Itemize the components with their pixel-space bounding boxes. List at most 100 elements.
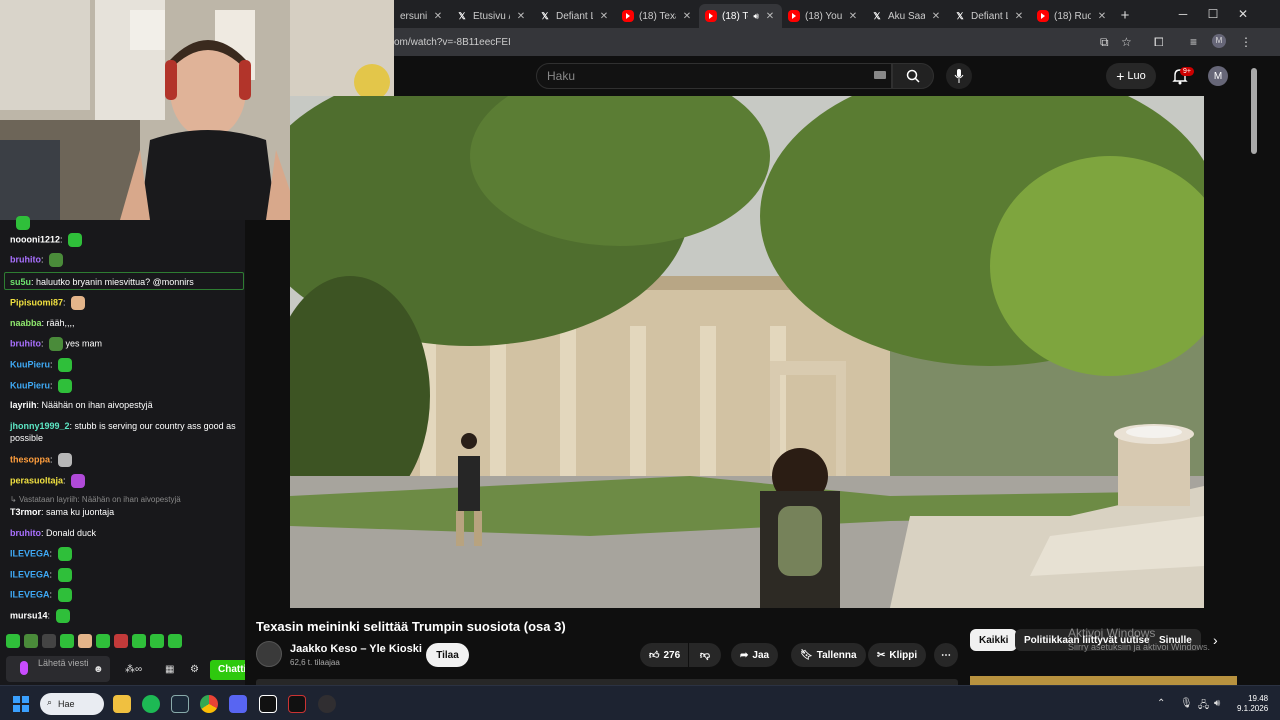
- file-explorer-icon[interactable]: [113, 695, 131, 713]
- chat-username[interactable]: naabba: [10, 318, 42, 328]
- spotify-icon[interactable]: [142, 695, 160, 713]
- browser-tab-active[interactable]: (18) Te 🔊︎ ✕: [699, 4, 782, 28]
- emote-icon[interactable]: [132, 634, 146, 648]
- recommended-thumbnail[interactable]: [970, 676, 1237, 685]
- emote-icon[interactable]: [78, 634, 92, 648]
- emoji-icon[interactable]: ☻: [93, 664, 104, 675]
- dislike-button[interactable]: 👎︎: [689, 643, 721, 667]
- channel-name[interactable]: Jaakko Keso – Yle Kioski: [290, 643, 422, 655]
- close-icon[interactable]: ✕: [598, 11, 610, 22]
- channel-avatar[interactable]: [256, 641, 282, 667]
- store-icon[interactable]: ▦: [165, 664, 174, 675]
- close-icon[interactable]: ✕: [1013, 11, 1025, 22]
- install-app-icon[interactable]: ⧉: [1100, 35, 1109, 50]
- subscribe-button[interactable]: Tilaa: [426, 643, 469, 667]
- new-tab-button[interactable]: +: [1114, 7, 1136, 24]
- capcut-icon[interactable]: [259, 695, 277, 713]
- page-scrollbar[interactable]: [1248, 56, 1280, 685]
- chrome-icon[interactable]: [200, 695, 218, 713]
- chat-username[interactable]: KuuPieru: [10, 380, 50, 390]
- address-bar[interactable]: om/watch?v=-8B11eecFEI ⧉ ☆ ⧠ ≡ M ⋮: [394, 28, 1280, 56]
- url-text[interactable]: om/watch?v=-8B11eecFEI: [394, 37, 511, 48]
- bookmark-star-icon[interactable]: ☆: [1121, 35, 1132, 49]
- chat-username[interactable]: Pipisuomi87: [10, 297, 63, 307]
- close-icon[interactable]: ✕: [930, 11, 942, 22]
- chip-filter-all[interactable]: Kaikki: [970, 629, 1018, 651]
- chevron-up-icon[interactable]: ⌃: [1157, 698, 1165, 709]
- browser-tab[interactable]: (18) Texasi ✕: [616, 4, 699, 28]
- search-button[interactable]: [892, 63, 934, 89]
- close-icon[interactable]: ✕: [681, 11, 693, 22]
- media-control-icon[interactable]: ≡: [1190, 35, 1197, 49]
- steam-icon[interactable]: [171, 695, 189, 713]
- chat-username[interactable]: jhonny1999_2: [10, 421, 70, 431]
- chat-username[interactable]: bruhito: [10, 254, 41, 264]
- emote-icon[interactable]: [114, 634, 128, 648]
- chat-username[interactable]: ILEVEGA: [10, 548, 50, 558]
- chat-username[interactable]: KuuPieru: [10, 359, 50, 369]
- minimize-button[interactable]: ─: [1168, 4, 1198, 24]
- taskbar-clock[interactable]: 19.48 9.1.2026: [1237, 694, 1268, 714]
- account-avatar[interactable]: M: [1208, 66, 1228, 86]
- browser-tab[interactable]: ersuni ✕: [394, 4, 450, 28]
- search-input[interactable]: Haku: [536, 63, 892, 89]
- speaker-icon[interactable]: 🔊︎: [753, 11, 759, 22]
- share-button[interactable]: ➦ Jaa: [731, 643, 779, 667]
- emote-icon[interactable]: [150, 634, 164, 648]
- chat-username[interactable]: noooni1212: [10, 234, 60, 244]
- chat-username[interactable]: ILEVEGA: [10, 589, 50, 599]
- volume-icon[interactable]: 🔊︎: [1214, 698, 1220, 709]
- create-button[interactable]: + Luo: [1106, 63, 1156, 89]
- obs-icon[interactable]: [318, 695, 336, 713]
- browser-tab[interactable]: 𝕏 Etusivu / X ✕: [450, 4, 533, 28]
- chat-username[interactable]: bruhito: [10, 338, 41, 348]
- chat-username[interactable]: layriih: [10, 400, 37, 410]
- browser-tab[interactable]: 𝕏 Defiant L's ✕: [533, 4, 616, 28]
- extensions-icon[interactable]: ⁂∞: [125, 664, 142, 675]
- close-icon[interactable]: ✕: [764, 11, 776, 22]
- browser-tab[interactable]: 𝕏 Aku Saare ✕: [865, 4, 948, 28]
- close-icon[interactable]: ✕: [515, 11, 527, 22]
- windows-start-icon[interactable]: [12, 695, 30, 713]
- close-icon[interactable]: ✕: [1096, 11, 1108, 22]
- clip-button[interactable]: ✂ Klippi: [868, 643, 927, 667]
- chat-username[interactable]: thesoppa: [10, 454, 50, 464]
- reply-context[interactable]: ↳ Vastataan layriih: Näähän on ihan aivo…: [10, 494, 242, 506]
- browser-tab[interactable]: 𝕏 Defiant L's ✕: [948, 4, 1031, 28]
- chat-username[interactable]: bruhito: [10, 528, 41, 538]
- taskbar-search[interactable]: ⌕ Hae: [40, 693, 104, 715]
- save-button[interactable]: 🔖︎ Tallenna: [791, 643, 866, 667]
- emote-icon[interactable]: [96, 634, 110, 648]
- microphone-icon[interactable]: 🎙︎: [1180, 698, 1193, 709]
- network-icon[interactable]: 🖧: [1198, 698, 1209, 715]
- keyboard-icon[interactable]: [874, 71, 886, 79]
- emote-icon[interactable]: [60, 634, 74, 648]
- chat-username[interactable]: ILEVEGA: [10, 569, 50, 579]
- chip-next-chevron-icon[interactable]: ›: [1213, 632, 1218, 648]
- browser-tab[interactable]: (18) YouTu ✕: [782, 4, 865, 28]
- close-icon[interactable]: ✕: [432, 11, 444, 22]
- settings-gear-icon[interactable]: ⚙: [190, 664, 199, 675]
- more-actions-button[interactable]: ⋯: [934, 643, 958, 667]
- maximize-button[interactable]: ☐: [1198, 4, 1228, 24]
- chat-send-button[interactable]: Chatti: [210, 660, 250, 680]
- microphone-icon[interactable]: [20, 661, 28, 675]
- extensions-icon[interactable]: ⧠: [1154, 35, 1164, 50]
- close-window-button[interactable]: ✕: [1228, 4, 1258, 24]
- chat-username[interactable]: mursu14: [10, 610, 48, 620]
- browser-tab[interactable]: (18) Ruoka ✕: [1031, 4, 1114, 28]
- emote-icon[interactable]: [42, 634, 56, 648]
- more-menu-icon[interactable]: ⋮: [1240, 35, 1252, 49]
- voice-search-button[interactable]: [946, 63, 972, 89]
- emote-icon[interactable]: [6, 634, 20, 648]
- app-icon[interactable]: [288, 695, 306, 713]
- chat-username[interactable]: su5u: [10, 277, 31, 287]
- chat-username[interactable]: perasuoltaja: [10, 475, 63, 485]
- video-player[interactable]: [290, 96, 1204, 608]
- like-button[interactable]: 👍︎ 276: [640, 643, 688, 667]
- profile-avatar[interactable]: M: [1212, 34, 1226, 48]
- close-icon[interactable]: ✕: [847, 11, 859, 22]
- emote-icon[interactable]: [168, 634, 182, 648]
- chat-username[interactable]: T3rmor: [10, 507, 41, 517]
- scrollbar-thumb[interactable]: [1251, 68, 1257, 154]
